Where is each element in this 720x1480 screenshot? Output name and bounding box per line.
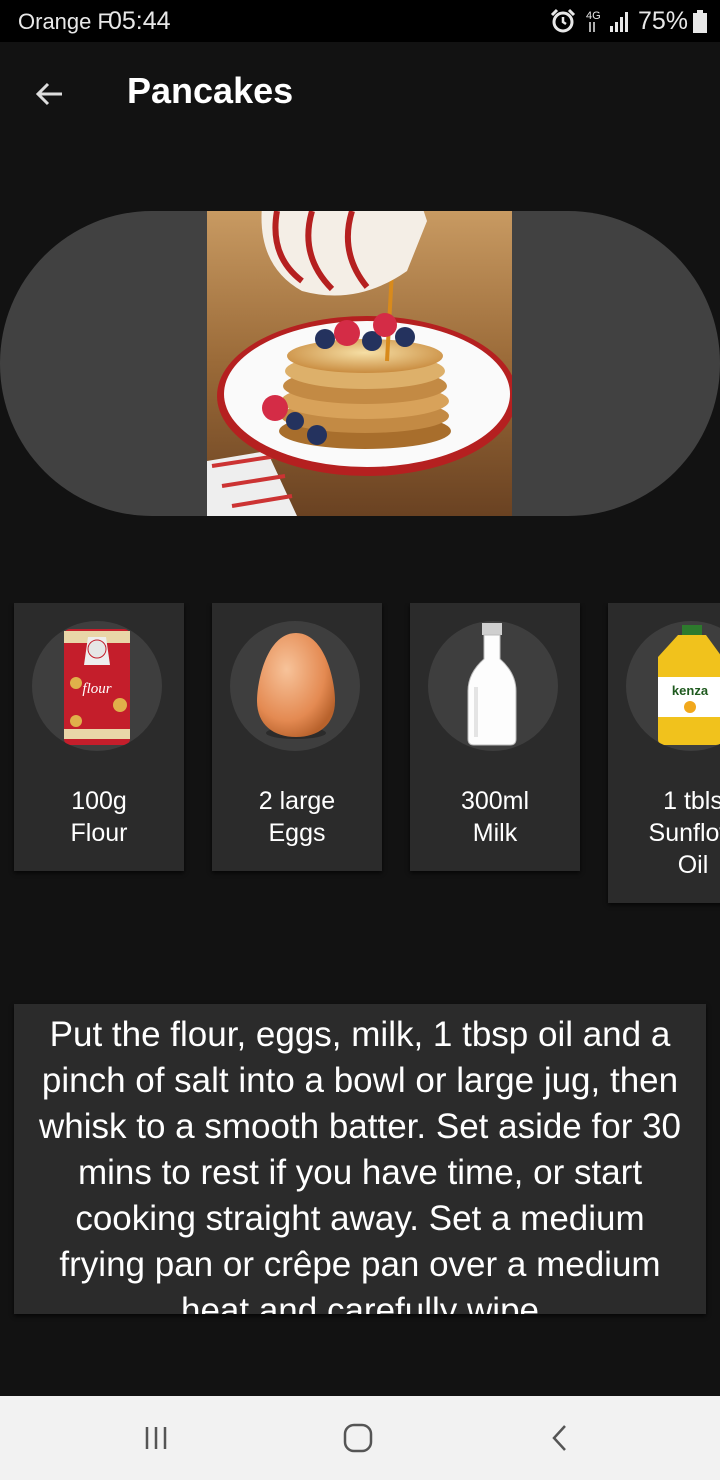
- hero-image: [207, 211, 512, 516]
- home-button[interactable]: [298, 1396, 418, 1480]
- ingredient-name: Eggs: [268, 819, 326, 847]
- ingredient-name: Flour: [70, 819, 128, 847]
- ingredient-name-line2: Oil: [677, 851, 709, 879]
- ingredient-amount: 2 large: [258, 787, 336, 815]
- battery-percent: 75%: [638, 7, 689, 35]
- ingredient-image-eggs: [230, 621, 360, 751]
- back-button[interactable]: [22, 66, 78, 122]
- alarm-icon: [550, 8, 576, 39]
- ingredient-name: Sunflow: [648, 819, 720, 847]
- ingredient-amount: 1 tbls: [663, 787, 720, 815]
- status-time: 05:44: [108, 7, 171, 35]
- instructions-text: Put the flour, eggs, milk, 1 tbsp oil an…: [38, 1015, 681, 1314]
- svg-text:kenza: kenza: [672, 683, 709, 698]
- ingredient-label: 1 tbls Sunflow Oil: [608, 785, 720, 881]
- network-type: 4G: [586, 10, 601, 22]
- ingredient-label: 300ml Milk: [410, 785, 580, 849]
- ingredient-name: Milk: [472, 819, 518, 847]
- recent-apps-icon: [145, 1427, 167, 1449]
- ingredient-label: 2 large Eggs: [212, 785, 382, 849]
- ingredient-card-eggs[interactable]: 2 large Eggs: [212, 603, 382, 871]
- system-back-button[interactable]: [500, 1396, 620, 1480]
- navigation-bar: [0, 1396, 720, 1480]
- ingredient-image-oil: kenza: [626, 621, 720, 751]
- ingredients-list[interactable]: flour 100g Flour 2 large Eggs 300ml Milk…: [0, 603, 720, 913]
- status-bar: Orange F 05:44 4G 75%: [0, 0, 720, 42]
- ingredient-amount: 100g: [71, 787, 127, 815]
- ingredient-amount: 300ml: [460, 787, 530, 815]
- arrow-left-icon: [35, 82, 62, 106]
- ingredient-image-milk: [428, 621, 558, 751]
- carrier-name: Orange F: [18, 9, 111, 34]
- network-signal-icon: 4G: [584, 8, 634, 39]
- ingredient-card-milk[interactable]: 300ml Milk: [410, 603, 580, 871]
- battery-icon: [692, 10, 708, 39]
- ingredient-card-flour[interactable]: flour 100g Flour: [14, 603, 184, 871]
- back-icon: [552, 1425, 566, 1451]
- instructions-card[interactable]: Put the flour, eggs, milk, 1 tbsp oil an…: [14, 1004, 706, 1314]
- ingredient-label: 100g Flour: [14, 785, 184, 849]
- svg-text:flour: flour: [82, 681, 111, 697]
- home-icon: [343, 1423, 373, 1453]
- ingredient-card-sunflower-oil[interactable]: kenza 1 tbls Sunflow Oil: [608, 603, 720, 903]
- recent-apps-button[interactable]: [96, 1396, 216, 1480]
- page-title: Pancakes: [127, 70, 294, 111]
- ingredient-image-flour: flour: [32, 621, 162, 751]
